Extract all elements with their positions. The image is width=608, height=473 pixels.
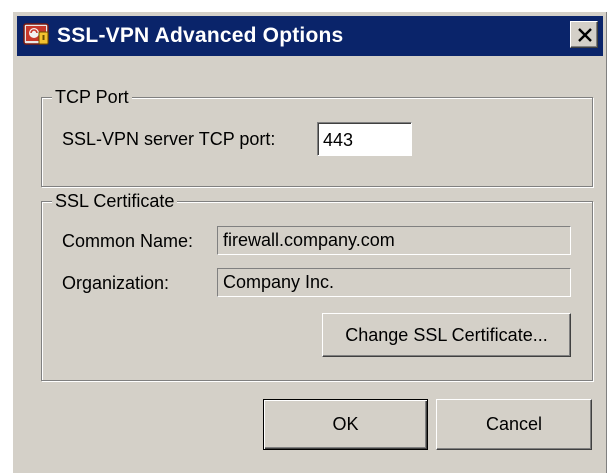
common-name-field: firewall.company.com bbox=[217, 226, 571, 255]
window-title: SSL-VPN Advanced Options bbox=[57, 24, 344, 47]
organization-field: Company Inc. bbox=[217, 268, 571, 297]
organization-label: Organization: bbox=[62, 273, 170, 293]
ok-button[interactable]: OK bbox=[263, 399, 428, 450]
tcp-port-input[interactable] bbox=[317, 122, 412, 156]
ssl-vpn-advanced-options-dialog: SSL-VPN Advanced Options TCP Port SSL-VP… bbox=[12, 11, 607, 473]
tcp-port-group-label: TCP Port bbox=[52, 86, 132, 108]
tcp-port-label: SSL-VPN server TCP port: bbox=[62, 129, 276, 149]
tcp-port-group: TCP Port SSL-VPN server TCP port: bbox=[41, 86, 593, 187]
cancel-button[interactable]: Cancel bbox=[436, 399, 592, 450]
common-name-label: Common Name: bbox=[62, 231, 194, 251]
close-icon bbox=[578, 28, 592, 42]
change-ssl-certificate-button[interactable]: Change SSL Certificate... bbox=[322, 313, 571, 357]
ssl-certificate-group: SSL Certificate Common Name: firewall.co… bbox=[41, 190, 593, 381]
app-icon bbox=[23, 21, 50, 48]
close-button[interactable] bbox=[570, 21, 598, 48]
title-bar[interactable]: SSL-VPN Advanced Options bbox=[17, 16, 603, 56]
ssl-certificate-group-label: SSL Certificate bbox=[52, 190, 178, 212]
